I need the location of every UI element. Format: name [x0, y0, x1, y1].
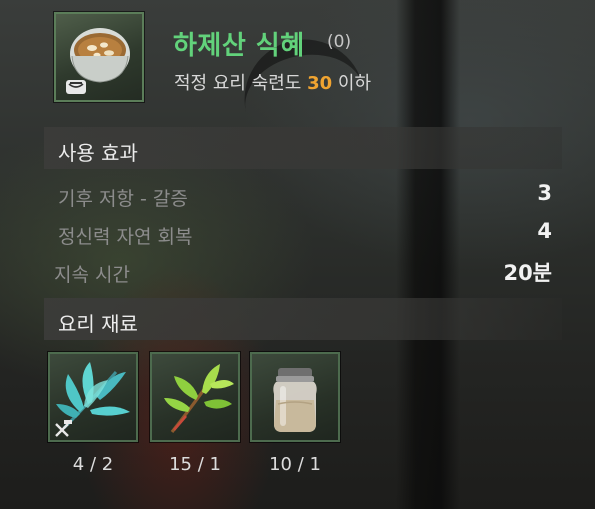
item-name: 하제산 식혜 — [173, 31, 305, 61]
requirement-suffix: 이하 — [337, 73, 372, 94]
requirement-prefix: 적정 요리 숙련도 — [174, 73, 302, 94]
requirement-level: 30 — [307, 73, 333, 94]
sugar-jar-icon — [273, 368, 317, 432]
effect-row: 정신력 자연 회복 4 — [44, 216, 552, 252]
green-herb-icon — [164, 364, 234, 433]
blue-herb-icon — [55, 362, 130, 437]
effect-label: 기후 저항 - 갈증 — [58, 188, 188, 210]
effects-section-title: 사용 효과 — [58, 141, 138, 165]
ingredient-slot-sugar-jar[interactable] — [250, 352, 340, 442]
ingredient-count: 15 / 1 — [169, 454, 221, 475]
ingredient-slot-green-herb[interactable] — [150, 352, 240, 442]
effect-value: 3 — [537, 181, 552, 205]
duration-label: 지속 시간 — [54, 264, 130, 286]
cooking-requirement: 적정 요리 숙련도 30 이하 — [174, 69, 371, 95]
crafting-tools-icon — [55, 420, 72, 437]
effect-value: 4 — [537, 219, 552, 243]
effect-row: 기후 저항 - 갈증 3 — [44, 178, 552, 214]
ingredient-slot-blue-herb[interactable] — [48, 352, 138, 442]
duration-row: 지속 시간 20분 — [44, 254, 552, 290]
duration-value: 20분 — [503, 261, 552, 285]
item-icon-slot[interactable] — [54, 12, 144, 102]
item-owned-count: (0) — [327, 32, 352, 52]
sikhye-bowl-icon — [66, 28, 130, 94]
effect-label: 정신력 자연 회복 — [58, 226, 193, 248]
ingredients-section-title: 요리 재료 — [58, 312, 138, 336]
ingredient-count: 10 / 1 — [269, 454, 321, 475]
ingredient-count: 4 / 2 — [72, 454, 114, 475]
